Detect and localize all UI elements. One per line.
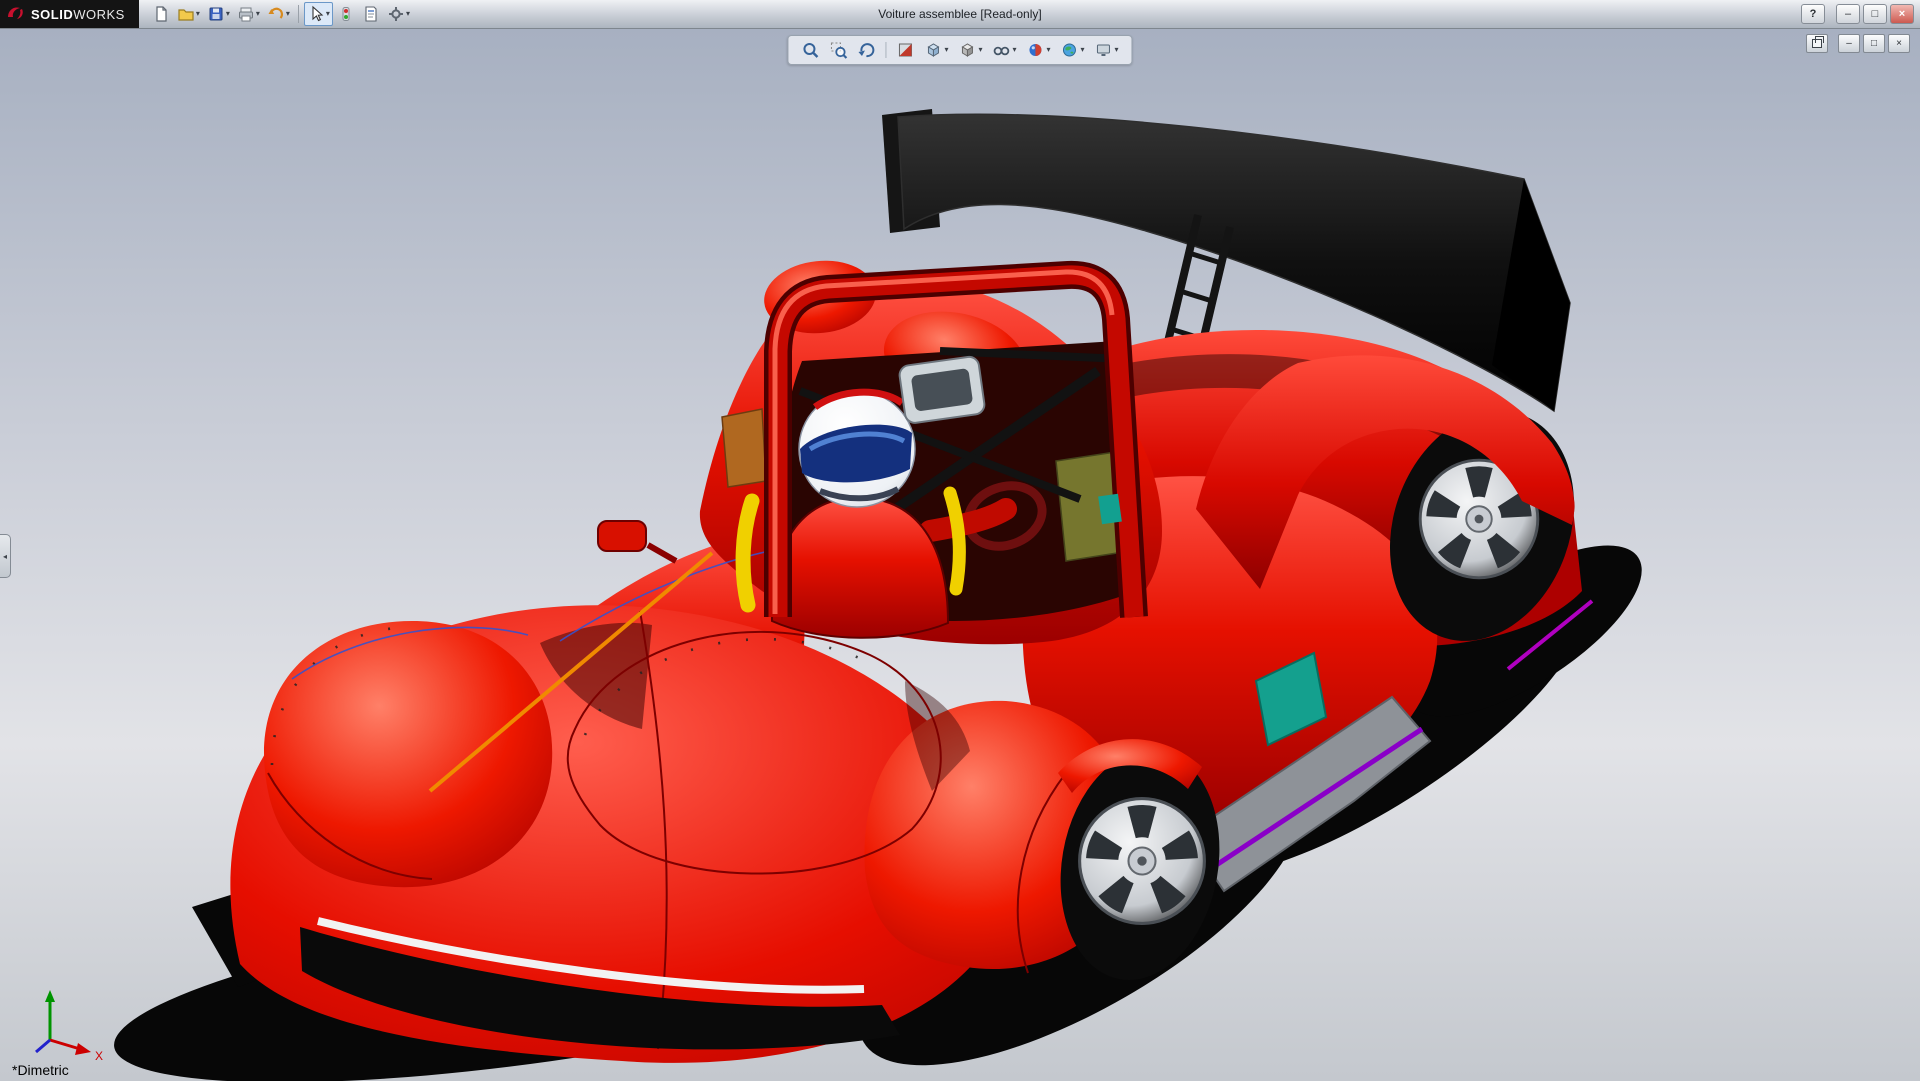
- cockpit-teal-vent: [1098, 494, 1122, 525]
- ds-swirl-icon: [6, 4, 26, 24]
- seat-bolster-left: [743, 501, 752, 605]
- heads-up-toolbar: ▾ ▾ ▾ ▾: [787, 35, 1132, 65]
- print-button[interactable]: ▾: [234, 2, 263, 26]
- cockpit-panel-orange: [722, 409, 766, 487]
- window-title: Voiture assemblee [Read-only]: [878, 7, 1041, 21]
- apply-scene-button[interactable]: ▾: [1058, 39, 1088, 61]
- close-button[interactable]: ×: [1890, 4, 1914, 24]
- reference-triad[interactable]: X: [16, 978, 108, 1064]
- main-toolbar: ▾ ▾ ▾ ▾: [149, 2, 413, 26]
- hide-show-items-icon: [992, 41, 1010, 59]
- hud-separator: [885, 42, 886, 58]
- previous-view-button[interactable]: [854, 39, 878, 61]
- zoom-to-fit-icon: [801, 41, 819, 59]
- open-folder-icon: [177, 5, 195, 23]
- save-button[interactable]: ▾: [204, 2, 233, 26]
- edit-appearance-icon: [1027, 41, 1045, 59]
- titlebar: SOLIDWORKS ▾ ▾: [0, 0, 1920, 29]
- triad-x-label: X: [95, 1049, 103, 1063]
- driver-helmet: [799, 391, 915, 507]
- solidworks-window: SOLIDWORKS ▾ ▾: [0, 0, 1920, 1080]
- select-button[interactable]: ▾: [304, 2, 333, 26]
- save-icon: [207, 5, 225, 23]
- front-fender-left[interactable]: [264, 621, 552, 887]
- help-button[interactable]: ?: [1801, 4, 1825, 24]
- window-controls: ? – □ ×: [1801, 4, 1920, 24]
- zoom-to-area-button[interactable]: [826, 39, 850, 61]
- maximize-button[interactable]: □: [1863, 4, 1887, 24]
- zoom-to-fit-button[interactable]: [798, 39, 822, 61]
- view-orientation-button[interactable]: ▾: [921, 39, 951, 61]
- doc-close-button[interactable]: ×: [1888, 34, 1910, 53]
- viewport: ▾ ▾ ▾ ▾: [0, 29, 1920, 1080]
- options-button[interactable]: ▾: [384, 2, 413, 26]
- hide-show-items-button[interactable]: ▾: [989, 39, 1019, 61]
- rebuild-icon: [337, 5, 355, 23]
- doc-minimize-button[interactable]: –: [1838, 34, 1860, 53]
- restore-icon: [1812, 39, 1822, 48]
- toolbar-separator: [298, 5, 299, 23]
- document-window-controls: – □ ×: [1806, 34, 1910, 53]
- rebuild-button[interactable]: [334, 2, 358, 26]
- doc-maximize-button[interactable]: □: [1863, 34, 1885, 53]
- options-gear-icon: [387, 5, 405, 23]
- minimize-button[interactable]: –: [1836, 4, 1860, 24]
- section-view-icon: [896, 41, 914, 59]
- solidworks-logo: SOLIDWORKS: [0, 0, 139, 28]
- feature-tree-collapse-tab[interactable]: ◂: [0, 534, 11, 578]
- windscreen[interactable]: [898, 356, 985, 425]
- print-icon: [237, 5, 255, 23]
- undo-button[interactable]: ▾: [264, 2, 293, 26]
- doc-restore-window-button[interactable]: [1806, 34, 1828, 53]
- view-orientation-icon: [924, 41, 942, 59]
- apply-scene-icon: [1061, 41, 1079, 59]
- brand-text: SOLIDWORKS: [31, 7, 125, 22]
- file-properties-button[interactable]: [359, 2, 383, 26]
- collapse-arrow-icon: ◂: [3, 552, 7, 561]
- view-orientation-label: *Dimetric: [12, 1062, 69, 1078]
- undo-icon: [267, 5, 285, 23]
- view-settings-button[interactable]: ▾: [1092, 39, 1122, 61]
- zoom-to-area-icon: [829, 41, 847, 59]
- open-button[interactable]: ▾: [174, 2, 203, 26]
- display-style-button[interactable]: ▾: [955, 39, 985, 61]
- new-document-button[interactable]: [149, 2, 173, 26]
- edit-appearance-button[interactable]: ▾: [1024, 39, 1054, 61]
- file-properties-icon: [362, 5, 380, 23]
- graphics-area[interactable]: [0, 29, 1920, 1081]
- select-cursor-icon: [307, 5, 325, 23]
- previous-view-icon: [857, 41, 875, 59]
- view-settings-icon: [1095, 41, 1113, 59]
- new-document-icon: [152, 5, 170, 23]
- section-view-button[interactable]: [893, 39, 917, 61]
- display-style-icon: [958, 41, 976, 59]
